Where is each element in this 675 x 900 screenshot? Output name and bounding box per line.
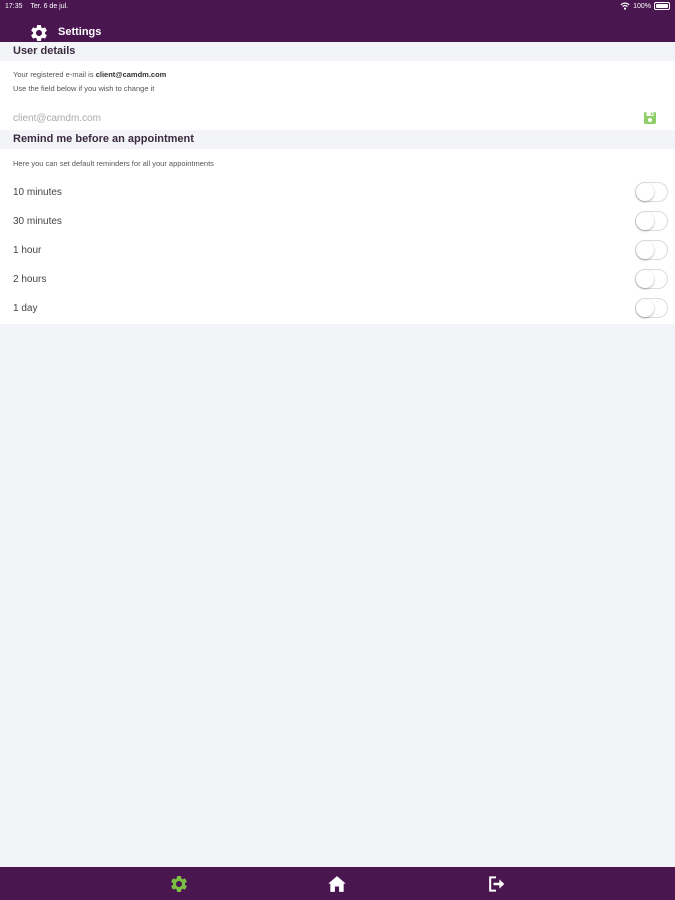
bottom-tab-bar: [0, 867, 675, 900]
reminder-label: 1 hour: [13, 245, 42, 256]
reminders-description: Here you can set default reminders for a…: [13, 159, 214, 168]
toggle-knob: [636, 270, 654, 288]
battery-percent: 100%: [633, 2, 651, 10]
registered-email-prefix: Your registered e-mail is: [13, 70, 96, 79]
reminders-title: Remind me before an appointment: [13, 133, 194, 145]
toggle-knob: [636, 299, 654, 317]
reminder-row-10-minutes: 10 minutes: [0, 179, 675, 208]
reminder-row-2-hours: 2 hours: [0, 266, 675, 295]
user-details-panel: Your registered e-mail is client@camdm.c…: [0, 61, 675, 130]
change-email-hint: Use the field below if you wish to chang…: [13, 84, 155, 93]
toggle-knob: [636, 212, 654, 230]
toggle-knob: [636, 241, 654, 259]
reminder-label: 1 day: [13, 303, 38, 314]
reminders-panel: Here you can set default reminders for a…: [0, 149, 675, 324]
wifi-icon: [620, 2, 630, 10]
user-details-title: User details: [13, 45, 76, 57]
reminder-toggle-10-minutes[interactable]: [635, 182, 668, 202]
reminder-toggle-2-hours[interactable]: [635, 269, 668, 289]
home-icon[interactable]: [327, 874, 347, 894]
email-field[interactable]: [13, 110, 613, 126]
reminder-label: 30 minutes: [13, 216, 62, 227]
logout-icon[interactable]: [486, 874, 506, 894]
status-bar: 17:35 Ter. 6 de jul. 100%: [0, 0, 675, 14]
reminder-toggle-1-hour[interactable]: [635, 240, 668, 260]
reminder-label: 2 hours: [13, 274, 47, 285]
reminder-toggle-30-minutes[interactable]: [635, 211, 668, 231]
reminder-toggle-1-day[interactable]: [635, 298, 668, 318]
gear-icon[interactable]: [169, 874, 189, 894]
reminders-header: Remind me before an appointment: [0, 130, 675, 149]
registered-email-value: client@camdm.com: [95, 70, 167, 79]
floppy-disk-icon[interactable]: [643, 111, 657, 125]
nav-bar: Settings: [0, 14, 675, 52]
gear-icon: [31, 24, 47, 41]
status-time: 17:35: [5, 3, 23, 10]
registered-email-text: Your registered e-mail is client@camdm.c…: [13, 70, 166, 79]
toggle-knob: [636, 183, 654, 201]
user-details-header: User details: [0, 42, 675, 61]
reminder-row-1-day: 1 day: [0, 295, 675, 324]
reminder-row-30-minutes: 30 minutes: [0, 208, 675, 237]
battery-icon: [654, 2, 670, 10]
page-title: Settings: [58, 26, 102, 38]
reminder-label: 10 minutes: [13, 187, 62, 198]
reminder-row-1-hour: 1 hour: [0, 237, 675, 266]
status-date: Ter. 6 de jul.: [30, 3, 69, 10]
